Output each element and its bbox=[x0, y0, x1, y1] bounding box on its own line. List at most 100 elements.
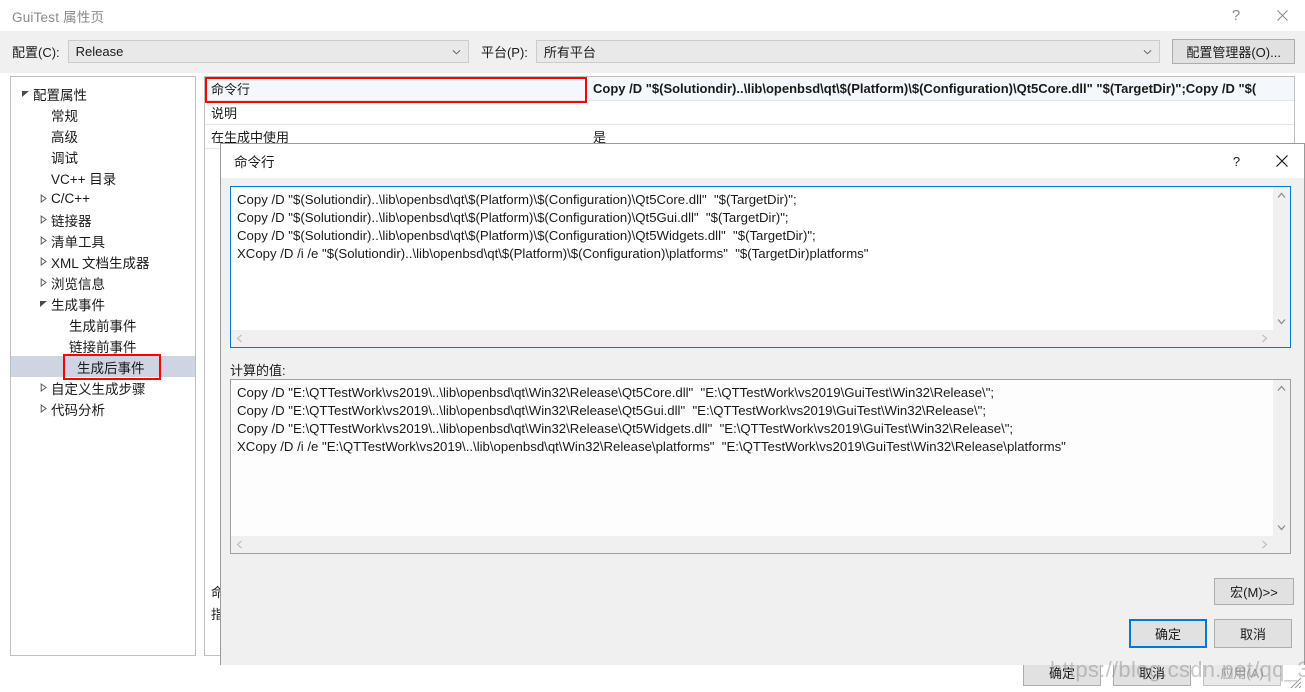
scroll-corner bbox=[1273, 330, 1290, 347]
configuration-label: 配置(C): bbox=[12, 45, 60, 60]
evaluated-vscrollbar[interactable] bbox=[1273, 380, 1290, 536]
close-icon bbox=[1275, 155, 1288, 167]
tree-item[interactable]: 生成前事件 bbox=[11, 314, 195, 335]
window-controls: ? bbox=[1213, 0, 1305, 31]
modal-help-button[interactable]: ? bbox=[1214, 144, 1259, 178]
tree-item-label: 生成后事件 bbox=[63, 353, 161, 380]
scroll-up-icon[interactable] bbox=[1277, 380, 1286, 397]
property-row[interactable]: 命令行 Copy /D "$(Solutiondir)..\lib\openbsd… bbox=[205, 77, 1294, 101]
triangle-right-icon[interactable] bbox=[35, 398, 51, 419]
command-line-modal: 命令行 ? Copy /D "$(Solutiondir)..\lib\open… bbox=[220, 143, 1305, 665]
triangle-right-icon[interactable] bbox=[35, 209, 51, 230]
scroll-up-icon[interactable] bbox=[1277, 187, 1286, 204]
tree-item[interactable]: VC++ 目录 bbox=[11, 167, 195, 188]
configuration-bar: 配置(C): Release 平台(P): 所有平台 配置管理器(O)... bbox=[0, 31, 1305, 73]
tree-item[interactable]: 常规 bbox=[11, 104, 195, 125]
triangle-down-icon[interactable] bbox=[17, 83, 33, 104]
tree-item[interactable]: 链接器 bbox=[11, 209, 195, 230]
chevron-down-icon bbox=[452, 49, 461, 54]
modal-window-controls: ? bbox=[1214, 144, 1304, 178]
scroll-right-icon[interactable] bbox=[1256, 334, 1273, 343]
tree-item[interactable]: 高级 bbox=[11, 125, 195, 146]
tree-item-label: 清单工具 bbox=[51, 234, 105, 250]
property-value[interactable]: Copy /D "$(Solutiondir)..\lib\openbsd\qt… bbox=[587, 81, 1294, 96]
settings-tree-panel: 配置属性常规高级调试 VC++ 目录 C/C++ 链接器清单工具 XML 文档生成器浏览… bbox=[10, 76, 196, 656]
modal-cancel-button[interactable]: 取消 bbox=[1214, 619, 1292, 648]
modal-title: 命令行 bbox=[234, 155, 275, 170]
property-name: 命令行 bbox=[211, 82, 251, 97]
tree-item-label: 代码分析 bbox=[51, 402, 105, 418]
resize-grip-icon[interactable] bbox=[1290, 677, 1302, 689]
configuration-manager-button[interactable]: 配置管理器(O)... bbox=[1172, 39, 1295, 64]
scroll-down-icon[interactable] bbox=[1277, 313, 1286, 330]
command-editor-vscrollbar[interactable] bbox=[1273, 187, 1290, 330]
modal-body: Copy /D "$(Solutiondir)..\lib\openbsd\qt… bbox=[221, 178, 1304, 665]
triangle-down-icon[interactable] bbox=[35, 293, 51, 314]
tree-item[interactable]: 清单工具 bbox=[11, 230, 195, 251]
close-icon bbox=[1276, 10, 1288, 21]
evaluated-hscrollbar[interactable] bbox=[231, 536, 1273, 553]
tree-item[interactable]: 浏览信息 bbox=[11, 272, 195, 293]
tree-item-label: 链接前事件 bbox=[69, 339, 137, 355]
command-editor-text[interactable]: Copy /D "$(Solutiondir)..\lib\openbsd\qt… bbox=[231, 187, 1273, 330]
window-title: GuiTest 属性页 bbox=[12, 9, 105, 25]
modal-ok-button[interactable]: 确定 bbox=[1129, 619, 1207, 648]
triangle-right-icon[interactable] bbox=[35, 377, 51, 398]
configuration-select[interactable]: Release bbox=[67, 40, 469, 63]
tree-item[interactable]: 调试 bbox=[11, 146, 195, 167]
configuration-value: Release bbox=[75, 44, 124, 59]
triangle-right-icon[interactable] bbox=[35, 251, 51, 272]
tree-item-label: 配置属性 bbox=[33, 87, 87, 103]
tree-item-label: 调试 bbox=[51, 150, 78, 166]
tree-item-label: 生成事件 bbox=[51, 297, 105, 313]
tree-item-label: 常规 bbox=[51, 108, 78, 124]
modal-close-button[interactable] bbox=[1259, 144, 1304, 178]
close-button[interactable] bbox=[1259, 0, 1305, 31]
property-grid: 命令行 Copy /D "$(Solutiondir)..\lib\openbsd… bbox=[205, 77, 1294, 149]
triangle-right-icon[interactable] bbox=[35, 230, 51, 251]
scroll-left-icon[interactable] bbox=[231, 334, 248, 343]
tree-item[interactable]: 生成事件 bbox=[11, 293, 195, 314]
platform-label: 平台(P): bbox=[480, 45, 528, 60]
scroll-down-icon[interactable] bbox=[1277, 519, 1286, 536]
tree-item-label: C/C++ bbox=[51, 191, 91, 206]
tree-item[interactable]: C/C++ bbox=[11, 188, 195, 209]
command-editor[interactable]: Copy /D "$(Solutiondir)..\lib\openbsd\qt… bbox=[230, 186, 1291, 348]
tree-item[interactable]: 自定义生成步骤 bbox=[11, 377, 195, 398]
modal-titlebar: 命令行 ? bbox=[221, 144, 1304, 178]
platform-value: 所有平台 bbox=[543, 45, 596, 60]
property-row[interactable]: 说明 bbox=[205, 101, 1294, 125]
command-editor-hscrollbar[interactable] bbox=[231, 330, 1273, 347]
window-titlebar: GuiTest 属性页 ? bbox=[0, 0, 1305, 31]
evaluated-value-label: 计算的值: bbox=[230, 363, 286, 378]
platform-select[interactable]: 所有平台 bbox=[535, 40, 1161, 63]
tree-item-label: 高级 bbox=[51, 129, 78, 145]
question-mark-icon: ? bbox=[1232, 153, 1241, 169]
question-mark-icon: ? bbox=[1231, 7, 1241, 24]
chevron-down-icon bbox=[1143, 49, 1152, 54]
triangle-right-icon[interactable] bbox=[35, 188, 51, 209]
tree-item[interactable]: 配置属性 bbox=[11, 83, 195, 104]
tree-item[interactable]: XML 文档生成器 bbox=[11, 251, 195, 272]
scroll-corner bbox=[1273, 536, 1290, 553]
tree-item-label: 生成前事件 bbox=[69, 318, 137, 334]
evaluated-value-box[interactable]: Copy /D "E:\QTTestWork\vs2019\..\lib\ope… bbox=[230, 379, 1291, 554]
macros-button[interactable]: 宏(M)>> bbox=[1214, 578, 1294, 605]
tree-item-label: 链接器 bbox=[51, 213, 92, 229]
property-pages-window: GuiTest 属性页 ? 配置(C): Release 平台(P): 所有平台 bbox=[0, 0, 1305, 692]
property-name: 说明 bbox=[211, 106, 238, 121]
tree-item[interactable]: 生成后事件 bbox=[11, 353, 195, 380]
help-button[interactable]: ? bbox=[1213, 0, 1259, 31]
scroll-right-icon[interactable] bbox=[1256, 540, 1273, 549]
tree-item[interactable]: 链接前事件 bbox=[11, 335, 195, 356]
tree-item[interactable]: 代码分析 bbox=[11, 398, 195, 419]
tree-item-label: 自定义生成步骤 bbox=[51, 381, 146, 397]
tree-item-label: 浏览信息 bbox=[51, 276, 105, 292]
triangle-right-icon[interactable] bbox=[35, 272, 51, 293]
scroll-left-icon[interactable] bbox=[231, 540, 248, 549]
evaluated-value-text: Copy /D "E:\QTTestWork\vs2019\..\lib\ope… bbox=[237, 385, 1066, 454]
